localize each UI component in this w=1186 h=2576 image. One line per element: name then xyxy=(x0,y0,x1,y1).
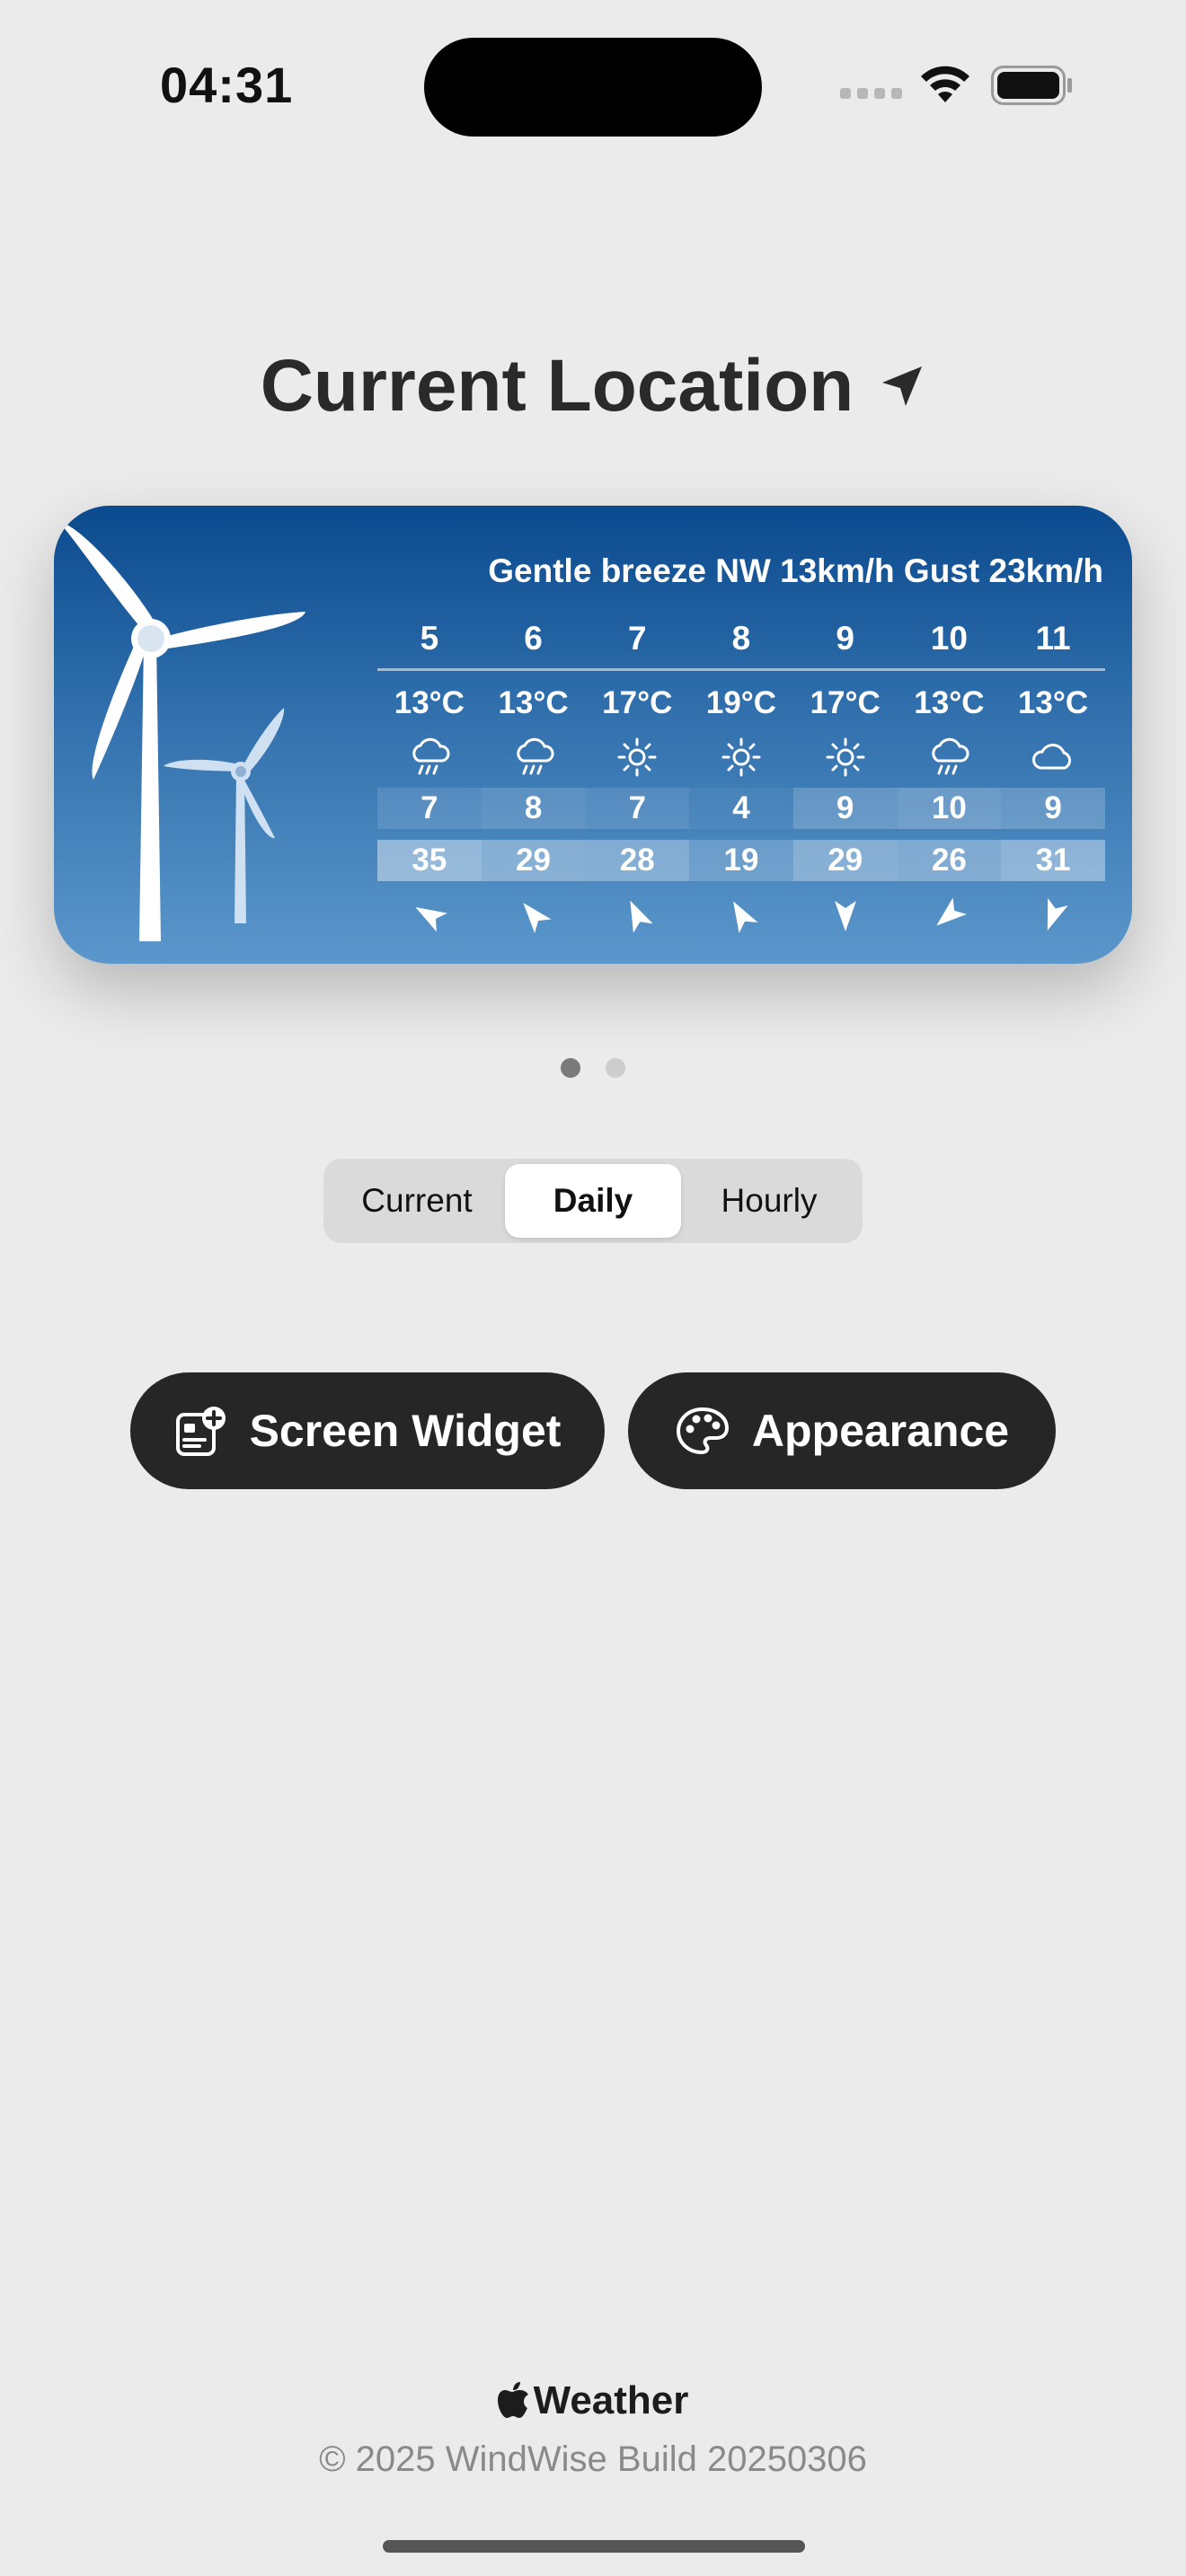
rain-icon xyxy=(412,737,450,775)
day-cell: 5 xyxy=(420,620,439,657)
page-indicator[interactable] xyxy=(0,1058,1186,1078)
day-cell: 9 xyxy=(836,620,854,657)
status-time: 04:31 xyxy=(160,57,294,113)
gust-cell: 29 xyxy=(792,840,898,881)
wind-forecast-widget[interactable]: Gentle breeze NW 13km/h Gust 23km/h 5 6 … xyxy=(54,506,1132,964)
wind-cell: 4 xyxy=(689,788,793,829)
page-title: Current Location xyxy=(260,345,854,427)
gust-cell: 29 xyxy=(481,840,586,881)
sun-icon xyxy=(826,737,865,777)
appearance-button[interactable]: Appearance xyxy=(628,1372,1056,1489)
wifi-icon xyxy=(921,66,969,102)
wind-direction-row xyxy=(377,887,1105,944)
location-header[interactable]: Current Location xyxy=(0,341,1186,431)
copyright-text: © 2025 WindWise Build 20250306 xyxy=(319,2439,867,2479)
gust-cell: 28 xyxy=(585,840,690,881)
temperature-cell: 13°C xyxy=(1017,685,1089,720)
day-cell: 7 xyxy=(627,620,647,657)
wind-cell: 10 xyxy=(897,788,1002,829)
temperature-cell: 19°C xyxy=(705,685,777,720)
temperature-row: 13°C 13°C 17°C 19°C 17°C 13°C 13°C xyxy=(377,678,1105,728)
wind-arrow-icon xyxy=(732,901,758,933)
rain-icon xyxy=(932,737,969,775)
day-cell: 10 xyxy=(930,620,968,657)
gust-cell: 35 xyxy=(377,840,482,881)
home-indicator[interactable] xyxy=(383,2540,805,2553)
temperature-cell: 13°C xyxy=(498,685,569,720)
location-arrow-icon xyxy=(882,366,923,406)
day-row: 5 6 7 8 9 10 11 xyxy=(377,612,1105,666)
segment-hourly[interactable]: Hourly xyxy=(681,1164,857,1238)
day-cell: 6 xyxy=(524,620,543,657)
wind-speed-row: 7 8 7 4 9 10 9 xyxy=(377,788,1105,829)
screen-widget-button[interactable]: Screen Widget xyxy=(130,1372,605,1489)
condition-row xyxy=(377,732,1105,782)
wind-cell: 8 xyxy=(481,788,586,829)
day-cell: 11 xyxy=(1035,620,1071,657)
segment-current[interactable]: Current xyxy=(329,1164,505,1238)
wind-cell: 7 xyxy=(585,788,690,829)
gust-cell: 26 xyxy=(897,840,1002,881)
forecast-grid: 5 6 7 8 9 10 11 13°C 13°C 17°C 19°C 17°C… xyxy=(377,506,1105,964)
appearance-label: Appearance xyxy=(751,1406,1010,1456)
weather-attribution[interactable]: Weather xyxy=(0,2378,1186,2423)
gust-cell: 31 xyxy=(1001,840,1105,881)
apple-logo-icon xyxy=(497,2382,528,2418)
temperature-cell: 13°C xyxy=(394,685,465,720)
dynamic-island xyxy=(424,38,762,137)
divider xyxy=(377,668,1105,671)
day-cell: 8 xyxy=(731,620,751,657)
wind-turbine-icon xyxy=(59,522,305,941)
temperature-cell: 17°C xyxy=(602,685,673,720)
add-widget-icon xyxy=(175,1407,226,1456)
sun-icon xyxy=(721,737,761,777)
rain-icon xyxy=(516,737,554,775)
temperature-cell: 13°C xyxy=(914,685,985,720)
battery-icon xyxy=(991,66,1072,105)
segment-daily[interactable]: Daily xyxy=(505,1164,681,1238)
wind-arrow-icon xyxy=(522,903,552,933)
page-dot-active[interactable] xyxy=(561,1058,580,1078)
gust-row: 35 29 28 19 29 26 31 xyxy=(377,840,1105,881)
screen-widget-label: Screen Widget xyxy=(249,1406,562,1456)
wind-arrow-icon xyxy=(630,900,653,933)
wind-arrow-icon xyxy=(1047,897,1068,931)
weather-brand-label: Weather xyxy=(533,2378,689,2422)
sun-icon xyxy=(617,737,657,777)
wind-arrow-icon xyxy=(936,897,968,926)
forecast-mode-control[interactable]: Current Daily Hourly xyxy=(323,1159,863,1243)
gust-cell: 19 xyxy=(689,840,793,881)
palette-icon xyxy=(676,1407,729,1455)
wind-arrow-icon xyxy=(415,907,447,932)
wind-cell: 9 xyxy=(1001,788,1105,829)
wind-cell: 9 xyxy=(792,788,898,829)
wind-arrow-icon xyxy=(834,901,856,931)
page-dot[interactable] xyxy=(606,1058,625,1078)
cloud-icon xyxy=(1032,743,1072,770)
temperature-cell: 17°C xyxy=(810,685,881,720)
cellular-signal-icon xyxy=(840,88,903,101)
wind-cell: 7 xyxy=(377,788,482,829)
